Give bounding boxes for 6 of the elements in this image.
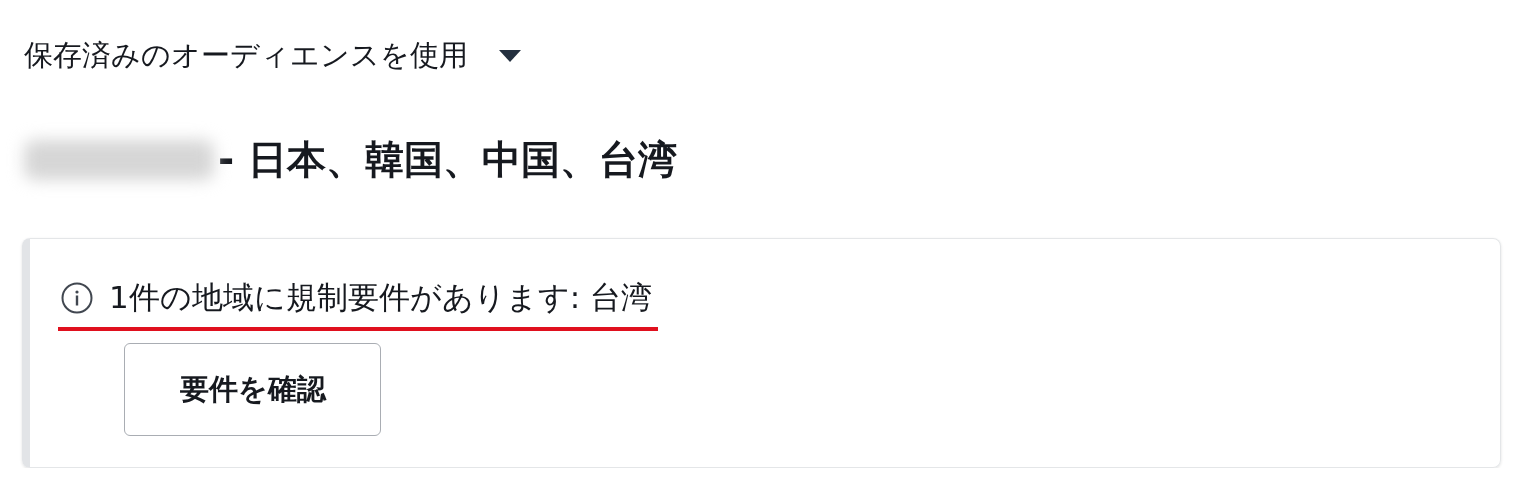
- dropdown-label[interactable]: 保存済みのオーディエンスを使用: [24, 36, 468, 76]
- audience-title: - 日本、韓国、中国、台湾: [218, 136, 677, 184]
- notice-message: 1件の地域に規制要件があります: 台湾: [109, 278, 653, 317]
- caret-icon[interactable]: [498, 49, 522, 63]
- info-icon: [61, 282, 93, 314]
- review-requirements-button[interactable]: 要件を確認: [124, 343, 381, 436]
